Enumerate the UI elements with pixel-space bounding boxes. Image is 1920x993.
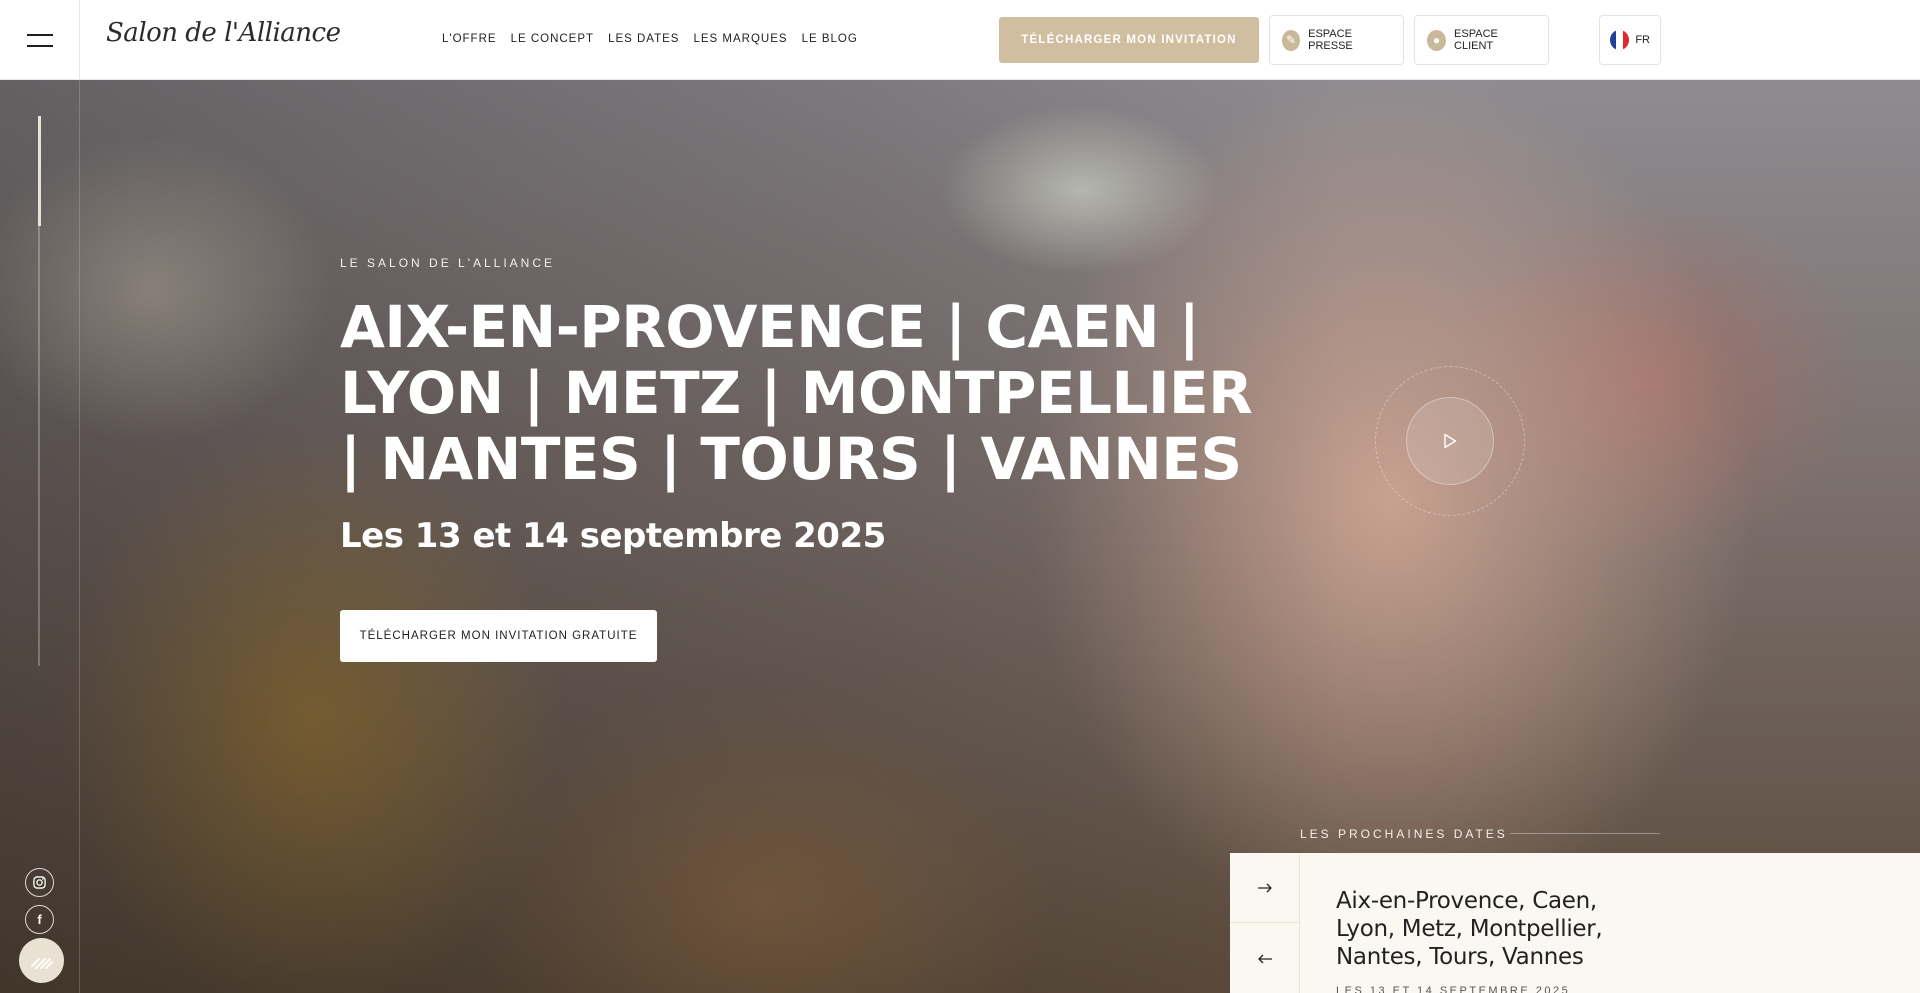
download-invitation-button[interactable]: TÉLÉCHARGER MON INVITATION: [999, 17, 1259, 63]
arrow-right-icon[interactable]: [1230, 853, 1300, 923]
user-icon: ●: [1427, 29, 1447, 51]
next-dates-label: LES PROCHAINES DATES: [1300, 827, 1508, 841]
facebook-icon[interactable]: f: [25, 905, 54, 934]
language-label: FR: [1635, 34, 1650, 46]
chat-icon[interactable]: [19, 938, 64, 983]
next-dates-panel: Aix-en-Provence, Caen, Lyon, Metz, Montp…: [1230, 853, 1920, 993]
espace-presse-button[interactable]: ✎ ESPACE PRESSE: [1269, 15, 1404, 65]
play-icon: [1444, 433, 1457, 449]
hero-title: AIX-EN-PROVENCE | CAEN | LYON | METZ | M…: [340, 293, 1253, 493]
hero-section: f LE SALON DE L'ALLIANCE AIX-EN-PROVENCE…: [0, 80, 1920, 993]
nav-item-blog[interactable]: LE BLOG: [802, 33, 858, 45]
main-nav: L'OFFRE LE CONCEPT LES DATES LES MARQUES…: [442, 33, 872, 45]
espace-client-button[interactable]: ● ESPACE CLIENT: [1414, 15, 1549, 65]
left-rail: f: [0, 80, 80, 993]
hero-date: Les 13 et 14 septembre 2025: [340, 516, 886, 556]
flag-fr-icon: [1610, 30, 1630, 50]
menu-icon[interactable]: [0, 0, 80, 80]
next-dates-city[interactable]: Aix-en-Provence, Caen, Lyon, Metz, Montp…: [1336, 887, 1636, 971]
espace-client-label: ESPACE CLIENT: [1454, 28, 1498, 52]
instagram-icon[interactable]: [25, 868, 54, 897]
nav-item-concept[interactable]: LE CONCEPT: [511, 33, 595, 45]
nav-item-marques[interactable]: LES MARQUES: [693, 33, 787, 45]
nav-item-dates[interactable]: LES DATES: [608, 33, 679, 45]
next-dates-divider: [1510, 833, 1660, 834]
language-selector[interactable]: FR: [1599, 15, 1661, 65]
download-free-invitation-button[interactable]: TÉLÉCHARGER MON INVITATION GRATUITE: [340, 610, 657, 662]
espace-presse-label: ESPACE PRESSE: [1308, 28, 1353, 52]
site-header: Salon de l'Alliance L'OFFRE LE CONCEPT L…: [0, 0, 1920, 80]
play-video-button[interactable]: [1406, 397, 1494, 485]
pencil-icon: ✎: [1282, 29, 1301, 51]
carousel-controls: [1230, 853, 1300, 993]
site-logo[interactable]: Salon de l'Alliance: [106, 18, 341, 58]
scroll-progress-indicator: [38, 116, 41, 226]
next-dates-subtitle: LES 13 ET 14 SEPTEMBRE 2025: [1336, 985, 1571, 993]
nav-item-offre[interactable]: L'OFFRE: [442, 33, 497, 45]
hero-eyebrow: LE SALON DE L'ALLIANCE: [340, 256, 556, 270]
arrow-left-icon[interactable]: [1230, 924, 1300, 993]
